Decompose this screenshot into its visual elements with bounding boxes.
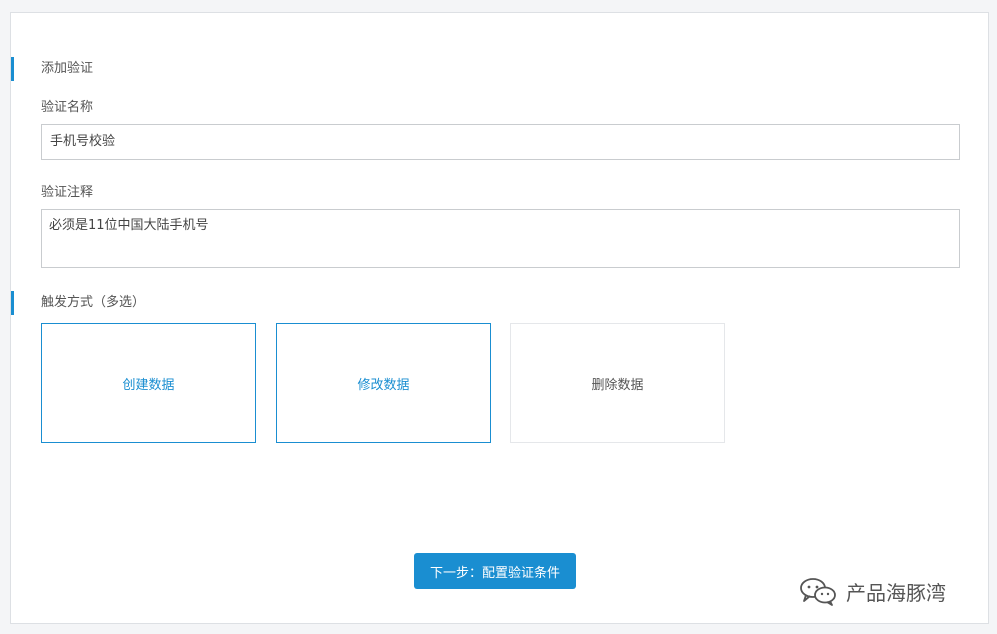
note-field-label: 验证注释 <box>41 185 94 200</box>
trigger-update-label: 修改数据 <box>357 377 410 393</box>
wechat-icon <box>800 578 836 606</box>
name-field-label: 验证名称 <box>41 100 94 115</box>
trigger-create-card[interactable]: 创建数据 <box>41 323 256 443</box>
form-panel: 添加验证 验证名称 手机号校验 验证注释 必须是11位中国大陆手机号 触发方式（… <box>10 12 989 624</box>
section-title-add-validation: 添加验证 <box>11 57 93 81</box>
next-step-button[interactable]: 下一步：配置验证条件 <box>414 553 576 589</box>
trigger-create-label: 创建数据 <box>122 377 175 393</box>
trigger-update-card[interactable]: 修改数据 <box>276 323 491 443</box>
trigger-delete-card[interactable]: 删除数据 <box>510 323 725 443</box>
watermark-text: 产品海豚湾 <box>846 580 946 605</box>
trigger-delete-label: 删除数据 <box>591 377 644 393</box>
note-textarea[interactable]: 必须是11位中国大陆手机号 <box>41 209 960 268</box>
watermark: 产品海豚湾 <box>798 576 946 606</box>
section-title-trigger: 触发方式（多选） <box>11 291 145 315</box>
name-input[interactable]: 手机号校验 <box>41 124 960 160</box>
